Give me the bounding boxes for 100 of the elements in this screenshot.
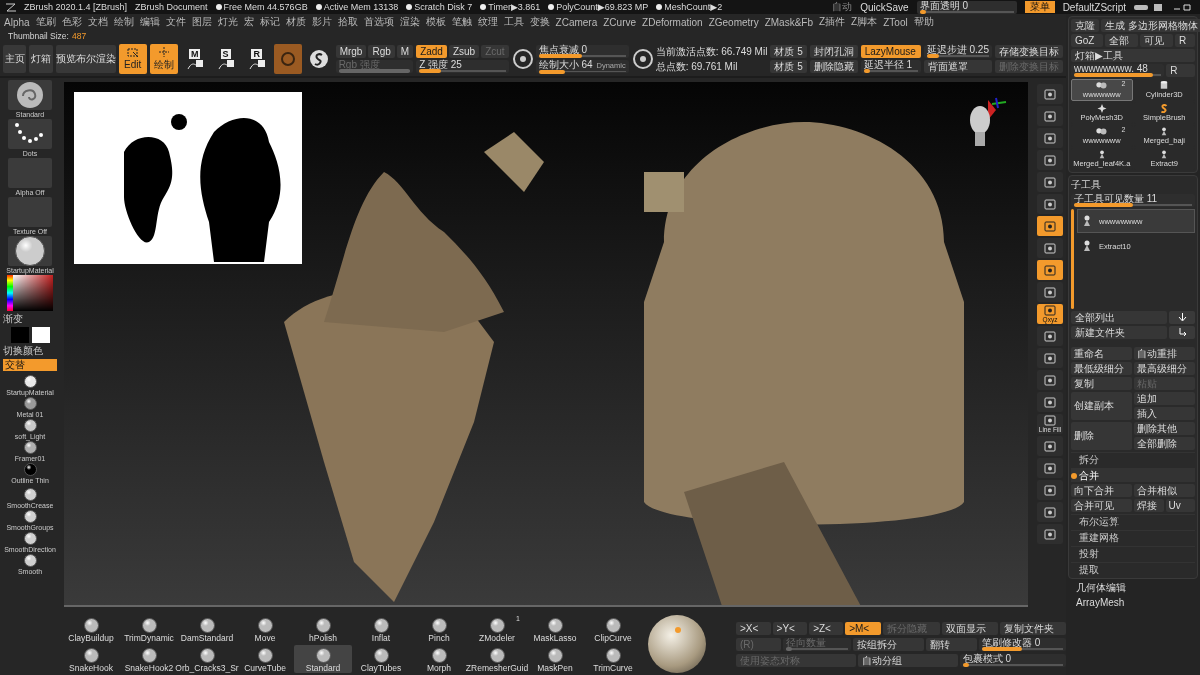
- shelf-button[interactable]: [1037, 194, 1063, 214]
- slider[interactable]: 界面透明 0: [916, 0, 1017, 14]
- section-header[interactable]: 提取: [1071, 562, 1195, 576]
- shelf-button[interactable]: [1037, 106, 1063, 126]
- tool-button[interactable]: 双面显示: [941, 621, 998, 635]
- material-sphere-thumbnail[interactable]: [8, 236, 52, 266]
- section-header[interactable]: 布尔运算: [1071, 514, 1195, 528]
- material-preview-sphere[interactable]: [648, 615, 706, 673]
- menu-item[interactable]: 渲染: [398, 15, 421, 29]
- subtool-action-button[interactable]: 最高级细分: [1134, 362, 1195, 375]
- shelf-button[interactable]: [1037, 458, 1063, 478]
- mode-button[interactable]: S: [211, 44, 240, 74]
- menu-item[interactable]: ZMask&Fb: [763, 16, 814, 28]
- brush-button[interactable]: ClayBuildup: [62, 615, 120, 643]
- brush-button[interactable]: ClayTubes: [352, 645, 410, 673]
- tool-button[interactable]: 克隆: [1071, 19, 1099, 32]
- brush-button[interactable]: MaskLasso: [526, 615, 584, 643]
- subtool-action-button[interactable]: 最低级细分: [1071, 362, 1132, 375]
- shelf-button[interactable]: [1037, 392, 1063, 412]
- window-controls-icon[interactable]: [1134, 2, 1194, 12]
- section-header[interactable]: 重建网格: [1071, 530, 1195, 544]
- menu-toggle-button[interactable]: 菜单: [1024, 1, 1055, 13]
- slider[interactable]: 延迟步进 0.25: [923, 45, 992, 58]
- menu-item[interactable]: 宏: [242, 15, 255, 29]
- brush-button[interactable]: Pinch: [410, 615, 468, 643]
- tool-button[interactable]: 背面遮罩: [923, 60, 992, 73]
- menu-item[interactable]: 灯光: [216, 15, 239, 29]
- material-ball-icon[interactable]: [23, 419, 37, 432]
- menu-item[interactable]: 文档: [86, 15, 109, 29]
- menu-item[interactable]: 拾取: [336, 15, 359, 29]
- dots-stroke-thumbnail[interactable]: [8, 119, 52, 149]
- menu-item[interactable]: Alpha: [3, 16, 31, 28]
- menu-item[interactable]: 工具: [502, 15, 525, 29]
- material-ball-icon[interactable]: [23, 463, 37, 476]
- mode-button[interactable]: Edit: [118, 44, 147, 74]
- mode-button[interactable]: M: [180, 44, 209, 74]
- tool-button[interactable]: 生成 多边形网格物体: [1101, 19, 1200, 32]
- arrow-button[interactable]: [1169, 326, 1195, 339]
- slider[interactable]: 焦点衰减 0: [535, 45, 629, 58]
- arrow-button[interactable]: [1169, 311, 1195, 324]
- menu-item[interactable]: 影片: [310, 15, 333, 29]
- brush-button[interactable]: hPolish: [294, 615, 352, 643]
- subtool-action-button[interactable]: 复制: [1071, 377, 1132, 390]
- material-ball-icon[interactable]: [23, 375, 37, 388]
- brush-button[interactable]: TrimDynamic: [120, 615, 178, 643]
- brush-button[interactable]: TrimCurve: [584, 645, 642, 673]
- subtool-action-button[interactable]: 创建副本: [1071, 392, 1132, 420]
- nav-button[interactable]: 主页: [3, 45, 27, 73]
- tool-button[interactable]: >M<: [845, 621, 882, 635]
- mode-button[interactable]: R: [242, 44, 271, 74]
- material-ball-icon[interactable]: [23, 488, 37, 501]
- slider[interactable]: Z 强度 25: [416, 60, 509, 73]
- tool-button[interactable]: 存储变换目标: [995, 45, 1063, 58]
- shelf-button[interactable]: [1037, 128, 1063, 148]
- menu-item[interactable]: 材质: [284, 15, 307, 29]
- tool-button[interactable]: 复制文件夹: [999, 621, 1066, 635]
- shelf-button[interactable]: [1037, 282, 1063, 302]
- tool-button[interactable]: 自动分组: [857, 653, 958, 667]
- shelf-button[interactable]: [1037, 524, 1063, 544]
- brush-button[interactable]: Standard: [294, 645, 352, 673]
- menu-item[interactable]: 编辑: [138, 15, 161, 29]
- brush-button[interactable]: ClipCurve: [584, 615, 642, 643]
- main-color-swatch[interactable]: [10, 327, 29, 343]
- tool-button[interactable]: >Z<: [809, 621, 844, 635]
- subtool-action-button[interactable]: 删除其他: [1134, 422, 1195, 435]
- brush-thumbnail[interactable]: [8, 80, 52, 110]
- material-ball-icon[interactable]: [23, 510, 37, 523]
- list-action-button[interactable]: 全部列出: [1071, 311, 1167, 324]
- menu-item[interactable]: ZTool: [882, 16, 909, 28]
- subtool-action-button[interactable]: 删除: [1071, 422, 1132, 450]
- section-header[interactable]: 拆分: [1071, 452, 1195, 466]
- tool-button[interactable]: R: [1166, 64, 1195, 77]
- shelf-button[interactable]: [1037, 172, 1063, 192]
- tool-button[interactable]: 封闭孔洞: [809, 45, 858, 58]
- merge-button[interactable]: Uv: [1165, 499, 1195, 512]
- menu-item[interactable]: 色彩: [60, 15, 83, 29]
- brush-button[interactable]: Move: [236, 615, 294, 643]
- merge-button[interactable]: 向下合并: [1071, 484, 1132, 497]
- tool-button[interactable]: GoZ: [1071, 34, 1104, 47]
- tool-button[interactable]: >Y<: [772, 621, 808, 635]
- slider[interactable]: 包裹模式 0: [959, 653, 1066, 667]
- subtool-action-button[interactable]: 插入: [1134, 407, 1195, 420]
- subtool-action-button[interactable]: 追加: [1134, 392, 1195, 405]
- shelf-button[interactable]: [1037, 150, 1063, 170]
- slider[interactable]: 子工具可见数量 11: [1071, 194, 1195, 207]
- slider[interactable]: 延迟半径 1: [860, 60, 921, 73]
- nav-button[interactable]: 灯箱: [29, 45, 53, 73]
- menu-item[interactable]: 纹理: [476, 15, 499, 29]
- tool-button[interactable]: M: [396, 45, 414, 58]
- shelf-button[interactable]: [1037, 480, 1063, 500]
- shelf-button[interactable]: [1037, 84, 1063, 104]
- menu-item[interactable]: 模板: [424, 15, 447, 29]
- color-picker[interactable]: [7, 275, 53, 311]
- tool-button[interactable]: 全部: [1105, 34, 1139, 47]
- material-ball-icon[interactable]: [23, 397, 37, 410]
- tool-button[interactable]: 可见: [1140, 34, 1173, 47]
- shelf-button[interactable]: [1037, 216, 1063, 236]
- menu-item[interactable]: 变换: [528, 15, 551, 29]
- menu-item[interactable]: ZCurve: [602, 16, 638, 28]
- tool-button[interactable]: LazyMouse: [860, 45, 921, 58]
